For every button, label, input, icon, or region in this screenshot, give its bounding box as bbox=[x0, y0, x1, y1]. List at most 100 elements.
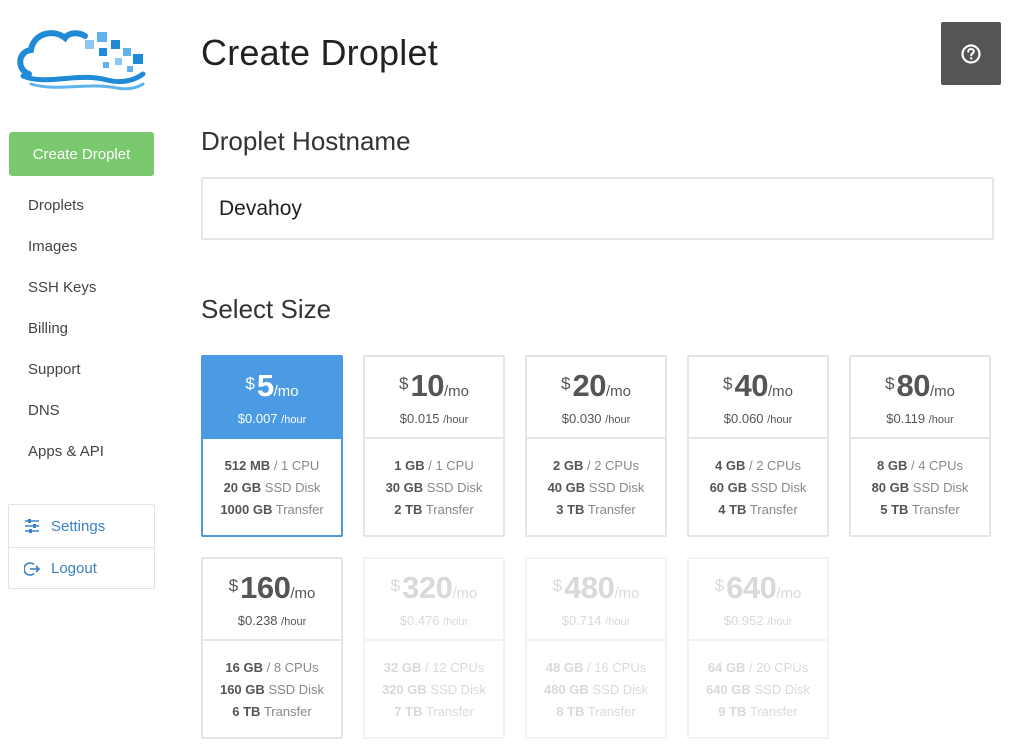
spec-memory-cpu: 1 GB / 1 CPU bbox=[365, 455, 503, 477]
help-button[interactable] bbox=[941, 22, 1001, 85]
currency-symbol: $ bbox=[723, 374, 733, 393]
size-card-header: $40/mo $0.060 /hour bbox=[689, 357, 827, 439]
transfer-label: Transfer bbox=[749, 704, 798, 719]
spec-transfer: 8 TB Transfer bbox=[527, 701, 665, 723]
spec-memory-cpu: 64 GB / 20 CPUs bbox=[689, 657, 827, 679]
disk-value: 480 GB bbox=[543, 682, 589, 697]
sidebar-item-ssh-keys[interactable]: SSH Keys bbox=[28, 267, 104, 308]
spec-memory-cpu: 32 GB / 12 CPUs bbox=[365, 657, 503, 679]
size-card-header: $10/mo $0.015 /hour bbox=[365, 357, 503, 439]
currency-symbol: $ bbox=[714, 576, 725, 595]
transfer-label: Transfer bbox=[587, 502, 636, 517]
hourly-amount: $0.952 bbox=[723, 613, 764, 628]
logout-link[interactable]: Logout bbox=[9, 547, 154, 589]
monthly-price: $20/mo bbox=[527, 369, 665, 409]
size-card-10[interactable]: $10/mo $0.015 /hour 1 GB / 1 CPU 30 GB SSD … bbox=[363, 355, 505, 537]
spec-memory-cpu: 48 GB / 16 CPUs bbox=[527, 657, 665, 679]
per-hour-label: /hour bbox=[281, 414, 307, 426]
size-card-header: $160/mo $0.238 /hour bbox=[203, 559, 341, 641]
create-droplet-button[interactable]: Create Droplet bbox=[9, 132, 154, 176]
transfer-value: 2 TB bbox=[394, 502, 423, 517]
sidebar-item-droplets[interactable]: Droplets bbox=[28, 185, 104, 226]
memory-value: 16 GB bbox=[225, 660, 263, 675]
spec-disk: 480 GB SSD Disk bbox=[527, 679, 665, 701]
memory-value: 512 MB bbox=[224, 458, 271, 473]
disk-value: 20 GB bbox=[223, 480, 262, 495]
spec-transfer: 9 TB Transfer bbox=[689, 701, 827, 723]
size-card-20[interactable]: $20/mo $0.030 /hour 2 GB / 2 CPUs 40 GB SSD… bbox=[525, 355, 667, 537]
per-month-label: /mo bbox=[605, 383, 631, 400]
currency-symbol: $ bbox=[390, 576, 401, 595]
price-amount: 10 bbox=[410, 368, 444, 403]
memory-value: 32 GB bbox=[383, 660, 422, 675]
spec-disk: 60 GB SSD Disk bbox=[689, 477, 827, 499]
spec-transfer: 4 TB Transfer bbox=[689, 499, 827, 521]
spec-disk: 160 GB SSD Disk bbox=[203, 679, 341, 701]
transfer-label: Transfer bbox=[263, 704, 312, 719]
size-card-40[interactable]: $40/mo $0.060 /hour 4 GB / 2 CPUs 60 GB SSD… bbox=[687, 355, 829, 537]
memory-value: 1 GB bbox=[394, 458, 425, 473]
spec-memory-cpu: 2 GB / 2 CPUs bbox=[527, 455, 665, 477]
disk-label: SSD Disk bbox=[264, 480, 321, 495]
per-month-label: /mo bbox=[452, 585, 478, 602]
hourly-amount: $0.714 bbox=[561, 613, 602, 628]
cpu-value: / 1 CPU bbox=[273, 458, 320, 473]
sidebar-item-dns[interactable]: DNS bbox=[28, 390, 104, 431]
cpu-value: / 1 CPU bbox=[428, 458, 474, 473]
monthly-price: $80/mo bbox=[851, 369, 989, 409]
cpu-value: / 12 CPUs bbox=[424, 660, 485, 675]
transfer-value: 6 TB bbox=[232, 704, 261, 719]
memory-value: 64 GB bbox=[707, 660, 746, 675]
size-card-160[interactable]: $160/mo $0.238 /hour 16 GB / 8 CPUs 160 GB … bbox=[201, 557, 343, 739]
cpu-value: / 2 CPUs bbox=[586, 458, 639, 473]
hourly-amount: $0.476 bbox=[399, 613, 440, 628]
disk-label: SSD Disk bbox=[430, 682, 487, 697]
currency-symbol: $ bbox=[885, 374, 895, 393]
per-month-label: /mo bbox=[929, 383, 955, 400]
size-card-specs: 64 GB / 20 CPUs 640 GB SSD Disk 9 TB Trans… bbox=[689, 641, 827, 723]
disk-label: SSD Disk bbox=[750, 480, 807, 495]
size-card-specs: 48 GB / 16 CPUs 480 GB SSD Disk 8 TB Trans… bbox=[527, 641, 665, 723]
spec-memory-cpu: 4 GB / 2 CPUs bbox=[689, 455, 827, 477]
size-card-80[interactable]: $80/mo $0.119 /hour 8 GB / 4 CPUs 80 GB SSD… bbox=[849, 355, 991, 537]
size-card-specs: 16 GB / 8 CPUs 160 GB SSD Disk 6 TB Transf… bbox=[203, 641, 341, 723]
disk-value: 30 GB bbox=[385, 480, 424, 495]
sidebar-item-apps-api[interactable]: Apps & API bbox=[28, 431, 104, 472]
hourly-price: $0.476 /hour bbox=[365, 613, 503, 628]
settings-link[interactable]: Settings bbox=[9, 505, 154, 547]
sliders-icon bbox=[25, 519, 39, 533]
spec-transfer: 7 TB Transfer bbox=[365, 701, 503, 723]
price-amount: 5 bbox=[256, 368, 274, 403]
hourly-price: $0.060 /hour bbox=[689, 411, 827, 426]
spec-disk: 20 GB SSD Disk bbox=[203, 477, 341, 499]
memory-value: 2 GB bbox=[553, 458, 584, 473]
hourly-price: $0.007 /hour bbox=[203, 411, 341, 426]
hourly-amount: $0.119 bbox=[886, 411, 926, 426]
sidebar-item-billing[interactable]: Billing bbox=[28, 308, 104, 349]
sidebar-item-support[interactable]: Support bbox=[28, 349, 104, 390]
monthly-price: $160/mo bbox=[203, 571, 341, 611]
size-card-header: $320/mo $0.476 /hour bbox=[365, 559, 503, 641]
price-amount: 20 bbox=[572, 368, 606, 403]
per-hour-label: /hour bbox=[605, 616, 631, 628]
sidebar-item-images[interactable]: Images bbox=[28, 226, 104, 267]
price-amount: 40 bbox=[734, 368, 768, 403]
transfer-label: Transfer bbox=[911, 502, 960, 517]
hourly-price: $0.714 /hour bbox=[527, 613, 665, 628]
price-amount: 80 bbox=[896, 368, 930, 403]
cpu-value: / 2 CPUs bbox=[748, 458, 801, 473]
size-card-480: $480/mo $0.714 /hour 48 GB / 16 CPUs 480 GB… bbox=[525, 557, 667, 739]
hostname-input[interactable] bbox=[201, 177, 994, 240]
disk-label: SSD Disk bbox=[268, 682, 325, 697]
size-card-5[interactable]: $5/mo $0.007 /hour 512 MB / 1 CPU 20 GB SSD… bbox=[201, 355, 343, 537]
currency-symbol: $ bbox=[561, 374, 571, 393]
memory-value: 48 GB bbox=[545, 660, 584, 675]
cpu-value: / 20 CPUs bbox=[748, 660, 809, 675]
hostname-heading: Droplet Hostname bbox=[201, 126, 411, 156]
disk-value: 40 GB bbox=[547, 480, 586, 495]
transfer-value: 3 TB bbox=[556, 502, 585, 517]
account-menu: Settings Logout bbox=[8, 504, 155, 589]
transfer-value: 8 TB bbox=[556, 704, 585, 719]
monthly-price: $640/mo bbox=[689, 571, 827, 611]
spec-disk: 30 GB SSD Disk bbox=[365, 477, 503, 499]
